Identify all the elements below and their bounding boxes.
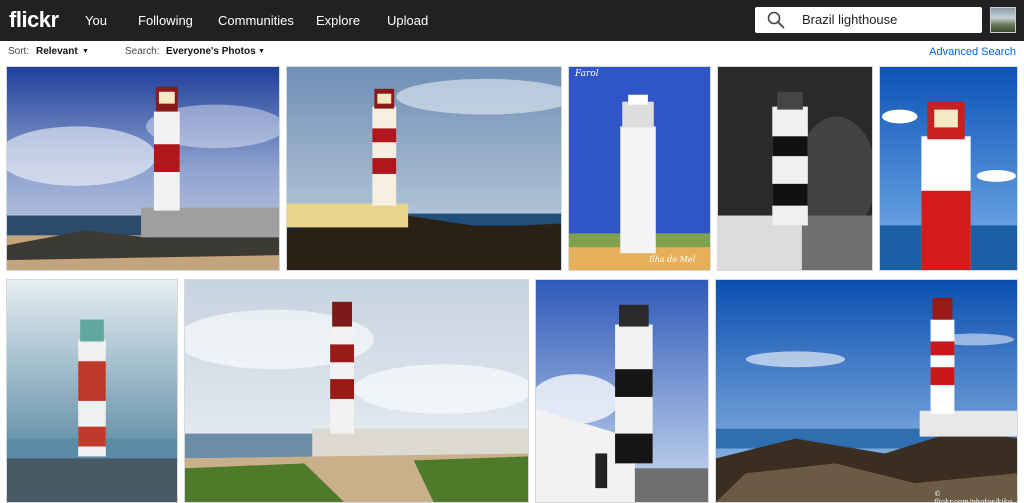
search-icon[interactable]	[767, 11, 785, 29]
search-scope-dropdown[interactable]: Everyone's Photos	[166, 46, 256, 57]
search-query-text: Brazil lighthouse	[802, 12, 898, 27]
photo-thumbnail[interactable]	[535, 279, 709, 503]
nav-following[interactable]: Following	[138, 13, 193, 28]
flickr-logo[interactable]: flickr	[9, 7, 59, 33]
watermark-bottom: Ilha do Mel	[649, 255, 696, 264]
search-input[interactable]: Brazil lighthouse	[755, 7, 982, 33]
watermark-top: Farol	[575, 69, 599, 79]
photo-thumbnail[interactable]	[6, 66, 280, 271]
sort-caret-icon[interactable]: ▼	[82, 48, 89, 55]
photo-thumbnail[interactable]	[286, 66, 562, 271]
nav-upload[interactable]: Upload	[387, 13, 428, 28]
search-options-bar: Sort: Relevant ▼ Search: Everyone's Phot…	[0, 41, 1024, 64]
advanced-search-link[interactable]: Advanced Search	[929, 46, 1016, 58]
sort-label: Sort:	[8, 46, 30, 57]
photo-thumbnail[interactable]: © flickr.com/photos/kiko	[715, 279, 1018, 503]
nav-you[interactable]: You	[85, 13, 107, 28]
nav-explore[interactable]: Explore	[316, 13, 360, 28]
sort-dropdown[interactable]: Relevant	[36, 46, 78, 57]
search-scope-caret-icon[interactable]: ▼	[258, 48, 265, 55]
photo-thumbnail[interactable]: Farol Ilha do Mel	[568, 66, 711, 271]
search-scope-label: Search:	[125, 46, 160, 57]
avatar[interactable]	[990, 7, 1016, 33]
photo-thumbnail[interactable]	[184, 279, 529, 503]
photo-thumbnail[interactable]	[717, 66, 873, 271]
photo-thumbnail[interactable]	[6, 279, 178, 503]
watermark-bottom: © flickr.com/photos/kiko	[934, 490, 1013, 503]
nav-communities[interactable]: Communities	[218, 13, 294, 28]
top-navigation-bar: flickr You Following Communities Explore…	[0, 0, 1024, 41]
photo-thumbnail[interactable]	[879, 66, 1018, 271]
